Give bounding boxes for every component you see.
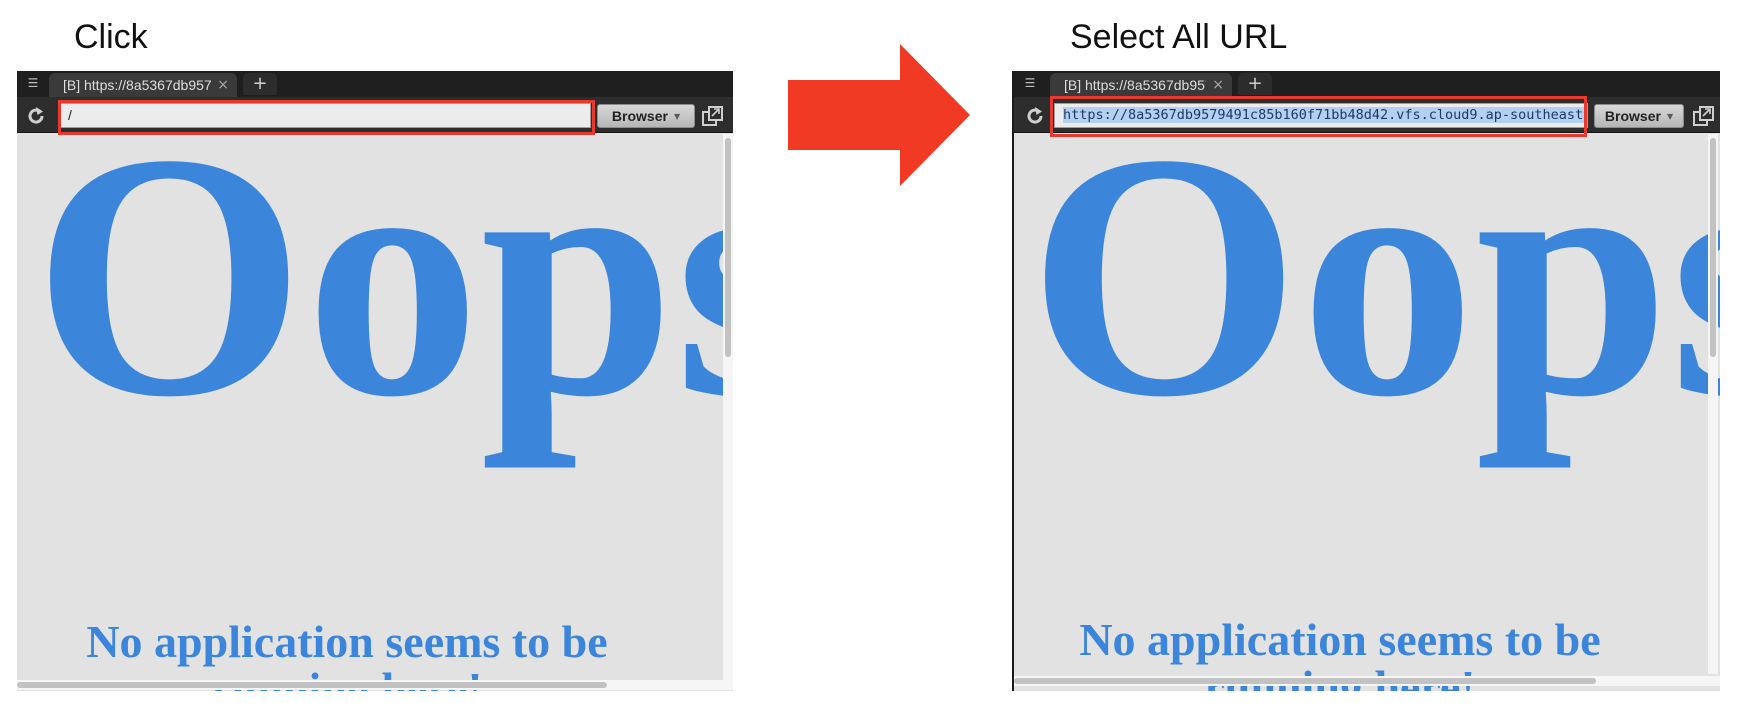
right-arrow-icon bbox=[788, 44, 970, 186]
browser-mode-button[interactable]: Browser ▼ bbox=[1594, 104, 1684, 128]
tab-title: [B] https://8a5367db9579491c85b160f71bb4… bbox=[63, 77, 212, 93]
horizontal-scrollbar[interactable] bbox=[1014, 676, 1720, 686]
url-highlight-box bbox=[1050, 96, 1587, 137]
browser-tab[interactable]: [B] https://8a5367db9579491c85b160f71bb4… bbox=[49, 73, 237, 97]
url-highlight-box bbox=[58, 100, 595, 135]
reload-icon[interactable] bbox=[25, 105, 47, 127]
horizontal-scroll-thumb[interactable] bbox=[17, 682, 607, 688]
browser-tab[interactable]: [B] https://8a5367db9579491c85b160f71bb4… bbox=[1050, 73, 1232, 97]
popout-icon[interactable] bbox=[701, 104, 725, 128]
browser-button-label: Browser bbox=[1604, 108, 1661, 124]
plus-icon[interactable]: + bbox=[243, 73, 277, 95]
tab-bar: ☰ [B] https://8a5367db9579491c85b160f71b… bbox=[17, 71, 733, 97]
popout-icon[interactable] bbox=[1692, 104, 1716, 128]
error-message-line-1: No application seems to be bbox=[1079, 614, 1601, 665]
step-1-label: Click bbox=[74, 18, 148, 56]
plus-icon[interactable]: + bbox=[1238, 73, 1272, 95]
close-icon[interactable]: × bbox=[217, 77, 229, 93]
reload-icon[interactable] bbox=[1024, 105, 1046, 127]
oops-heading: Oops bbox=[1028, 134, 1720, 469]
browser-button-label: Browser bbox=[611, 108, 668, 124]
page-content: Oops No application seems to be running … bbox=[1014, 134, 1720, 691]
oops-heading: Oops bbox=[33, 134, 733, 469]
vertical-scroll-thumb[interactable] bbox=[1710, 138, 1716, 357]
step-2-browser-panel: ☰ [B] https://8a5367db9579491c85b160f71b… bbox=[1012, 71, 1720, 691]
chevron-down-icon: ▼ bbox=[673, 111, 681, 121]
vertical-scrollbar[interactable] bbox=[1708, 134, 1718, 674]
step-1-browser-panel: ☰ [B] https://8a5367db9579491c85b160f71b… bbox=[17, 71, 733, 691]
list-icon[interactable]: ☰ bbox=[23, 75, 43, 91]
tab-bar: ☰ [B] https://8a5367db9579491c85b160f71b… bbox=[1014, 71, 1720, 97]
vertical-scrollbar[interactable] bbox=[723, 134, 733, 680]
chevron-down-icon: ▼ bbox=[1666, 111, 1674, 121]
close-icon[interactable]: × bbox=[1212, 77, 1224, 93]
page-content: Oops No application seems to be running … bbox=[17, 134, 733, 691]
error-message-line-1: No application seems to be bbox=[86, 616, 608, 667]
vertical-scroll-thumb[interactable] bbox=[725, 138, 731, 357]
tab-title: [B] https://8a5367db9579491c85b160f71bb4… bbox=[1064, 77, 1206, 93]
horizontal-scroll-thumb[interactable] bbox=[1014, 678, 1596, 684]
step-2-label: Select All URL bbox=[1070, 18, 1288, 56]
list-icon[interactable]: ☰ bbox=[1020, 75, 1040, 91]
horizontal-scrollbar[interactable] bbox=[17, 680, 733, 690]
browser-mode-button[interactable]: Browser ▼ bbox=[597, 104, 695, 128]
